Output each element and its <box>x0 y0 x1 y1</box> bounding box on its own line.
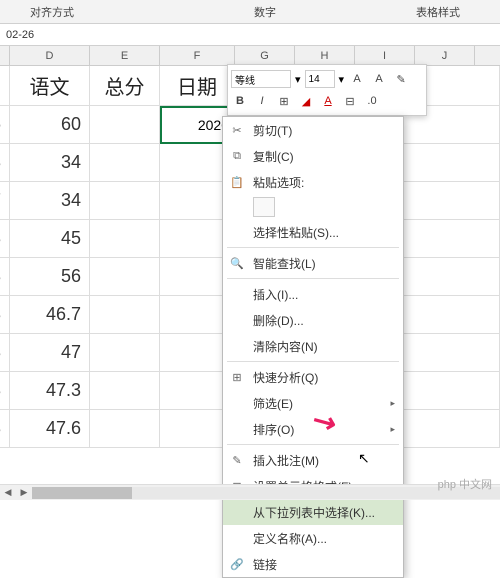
bold-button[interactable]: B <box>231 92 249 110</box>
increase-font-icon[interactable]: A <box>348 70 366 88</box>
col-header-h[interactable]: H <box>295 46 355 65</box>
analysis-icon: ⊞ <box>229 369 245 385</box>
context-menu: ✂剪切(T) ⧉复制(C) 📋粘贴选项: 选择性粘贴(S)... 🔍智能查找(L… <box>222 116 404 578</box>
paste-option-icons <box>223 195 403 219</box>
col-header-f[interactable]: F <box>160 46 235 65</box>
menu-separator <box>227 444 399 445</box>
formula-bar[interactable]: 02-26 <box>0 24 500 46</box>
menu-delete[interactable]: 删除(D)... <box>223 307 403 333</box>
menu-copy[interactable]: ⧉复制(C) <box>223 143 403 169</box>
menu-insert[interactable]: 插入(I)... <box>223 281 403 307</box>
menu-paste-special[interactable]: 选择性粘贴(S)... <box>223 219 403 245</box>
ribbon-labels: 对齐方式 数字 表格样式 <box>0 0 500 24</box>
col-header-g[interactable]: G <box>235 46 295 65</box>
menu-separator <box>227 278 399 279</box>
merge-button[interactable]: ⊟ <box>341 92 359 110</box>
border-button[interactable]: ⊞ <box>275 92 293 110</box>
col-header-j[interactable]: J <box>415 46 475 65</box>
fill-color-button[interactable]: ◢ <box>297 92 315 110</box>
number-group-label: 数字 <box>224 4 306 20</box>
menu-cut[interactable]: ✂剪切(T) <box>223 117 403 143</box>
font-size-select[interactable]: 14 <box>305 70 335 88</box>
scissors-icon: ✂ <box>229 122 245 138</box>
comment-icon: ✎ <box>229 452 245 468</box>
menu-filter[interactable]: 筛选(E) <box>223 390 403 416</box>
header-date[interactable]: 日期 <box>160 66 235 105</box>
menu-hyperlink[interactable]: 🔗链接 <box>223 551 403 577</box>
scroll-thumb[interactable] <box>32 487 132 499</box>
menu-quick-analysis[interactable]: ⊞快速分析(Q) <box>223 364 403 390</box>
align-group-label: 对齐方式 <box>0 4 104 20</box>
scroll-left-icon[interactable]: ◀ <box>0 486 16 500</box>
col-header-e[interactable]: E <box>90 46 160 65</box>
col-header-d[interactable]: D <box>10 46 90 65</box>
clipboard-icon: 📋 <box>229 174 245 190</box>
paste-default-icon[interactable] <box>253 197 275 217</box>
horizontal-scrollbar[interactable]: ◀ ▶ <box>0 484 500 500</box>
lookup-icon: 🔍 <box>229 255 245 271</box>
decrease-font-icon[interactable]: A <box>370 70 388 88</box>
menu-separator <box>227 247 399 248</box>
col-spacer <box>0 46 10 65</box>
font-select[interactable]: 等线 <box>231 70 291 88</box>
format-group-label: 表格样式 <box>386 4 490 20</box>
dropdown-icon[interactable]: ▾ <box>339 73 345 86</box>
menu-define-name[interactable]: 定义名称(A)... <box>223 525 403 551</box>
format-painter-icon[interactable]: ✎ <box>392 70 410 88</box>
scroll-track[interactable] <box>32 487 500 499</box>
formula-bar-value: 02-26 <box>6 29 34 41</box>
col-header-i[interactable]: I <box>355 46 415 65</box>
column-headers: D E F G H I J <box>0 46 500 66</box>
menu-insert-comment[interactable]: ✎插入批注(M) <box>223 447 403 473</box>
header-total[interactable]: 总分 <box>90 66 160 105</box>
watermark: php 中文网 <box>438 476 492 492</box>
menu-paste-options-label: 📋粘贴选项: <box>223 169 403 195</box>
menu-sort[interactable]: 排序(O) <box>223 416 403 442</box>
font-color-button[interactable]: A <box>319 92 337 110</box>
scroll-right-icon[interactable]: ▶ <box>16 486 32 500</box>
italic-button[interactable]: I <box>253 92 271 110</box>
menu-dropdown-select[interactable]: 从下拉列表中选择(K)... <box>223 499 403 525</box>
menu-smart-lookup[interactable]: 🔍智能查找(L) <box>223 250 403 276</box>
decimal-button[interactable]: .0 <box>363 92 381 110</box>
header-yuwen[interactable]: 语文 <box>10 66 90 105</box>
copy-icon: ⧉ <box>229 148 245 164</box>
dropdown-icon[interactable]: ▾ <box>295 73 301 86</box>
link-icon: 🔗 <box>229 556 245 572</box>
mini-toolbar: 等线 ▾ 14 ▾ A A ✎ B I ⊞ ◢ A ⊟ .0 <box>227 64 427 116</box>
menu-clear[interactable]: 清除内容(N) <box>223 333 403 359</box>
menu-separator <box>227 361 399 362</box>
